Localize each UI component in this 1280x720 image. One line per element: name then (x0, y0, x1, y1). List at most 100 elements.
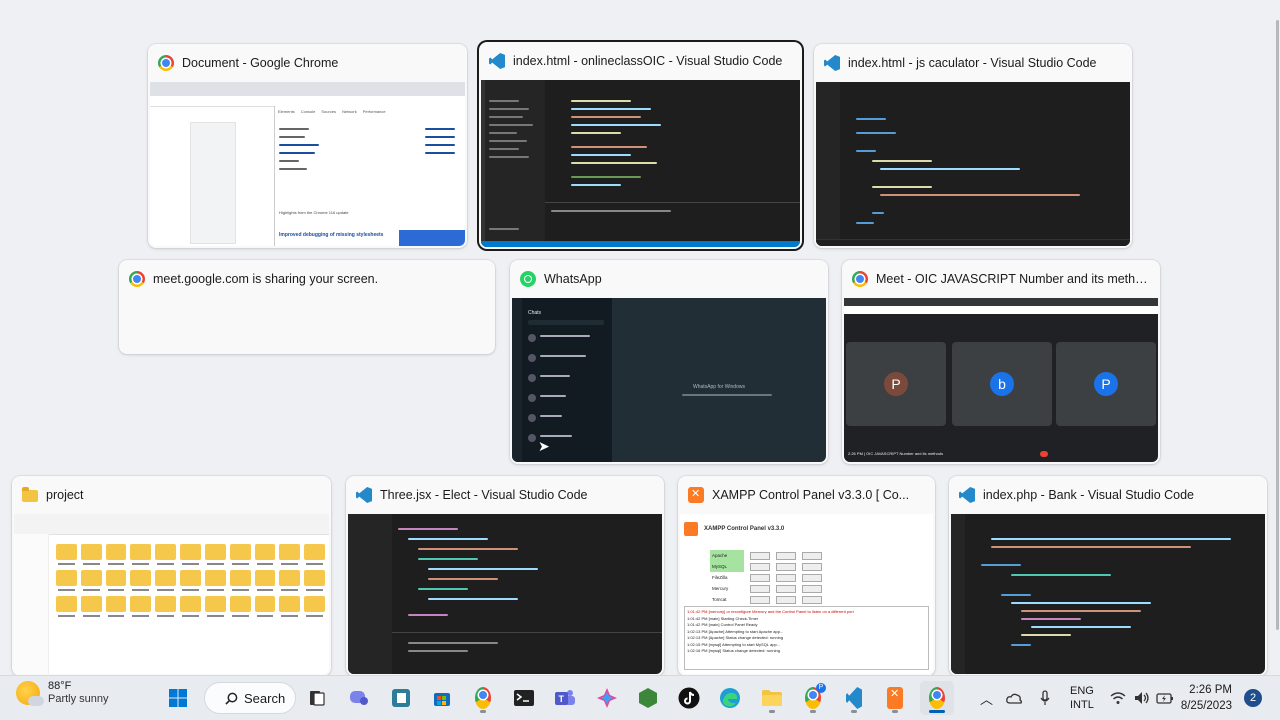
window-card-whatsapp[interactable]: WhatsApp Chats WhatsApp for Windows ➤ (510, 260, 828, 464)
window-title-bar: index.php - Bank - Visual Studio Code (949, 476, 1267, 514)
folder-thumbnail-icon (180, 570, 201, 591)
taskbar-app-1[interactable] (384, 681, 418, 715)
microphone-icon (1040, 690, 1050, 705)
xampp-module-button[interactable] (750, 562, 770, 571)
volume-icon (1135, 692, 1149, 704)
tiktok-icon (678, 687, 700, 709)
start-button[interactable] (161, 681, 195, 715)
xampp-module-name: Mercury (712, 586, 729, 591)
task-view-button[interactable] (300, 681, 334, 715)
xampp-module-name: MySQL (710, 561, 744, 572)
window-card-vscode-three[interactable]: Three.jsx - Elect - Visual Studio Code (346, 476, 664, 676)
window-title: Three.jsx - Elect - Visual Studio Code (380, 488, 588, 502)
teams-icon: T (555, 690, 575, 705)
xampp-module-row: Apache (710, 550, 822, 561)
taskbar-chrome[interactable] (466, 681, 500, 715)
xampp-icon (688, 487, 704, 503)
taskbar-edge[interactable] (713, 681, 747, 715)
window-title: index.html - onlineclassOIC - Visual Stu… (513, 54, 783, 68)
running-indicator (892, 710, 898, 713)
folder-thumbnail-icon (130, 596, 152, 617)
xampp-module-button[interactable] (802, 573, 822, 582)
window-card-vscode-jscalc[interactable]: index.html - js caculator - Visual Studi… (814, 44, 1132, 248)
window-title-bar: XAMPP Control Panel v3.3.0 [ Co... (678, 476, 935, 514)
window-card-vscode-onlineclass[interactable]: index.html - onlineclassOIC - Visual Stu… (479, 42, 802, 249)
taskbar-app-2[interactable] (590, 681, 624, 715)
folder-thumbnail-icon (105, 570, 127, 591)
weather-condition: Partly sunny (48, 693, 109, 705)
clock-date: 8/25/2023 (1180, 700, 1232, 712)
taskbar-tiktok[interactable] (672, 681, 706, 715)
chevron-up-icon[interactable]: ︿ (980, 689, 993, 708)
window-title: Meet - OIC JAVASCRIPT Number and its met… (876, 272, 1150, 286)
taskbar-search[interactable]: Search (204, 682, 296, 714)
window-title-bar: Three.jsx - Elect - Visual Studio Code (346, 476, 664, 514)
taskbar-file-explorer[interactable] (755, 681, 789, 715)
folder-thumbnail-icon (229, 596, 251, 617)
xampp-module-button[interactable] (750, 584, 770, 593)
window-title-bar: meet.google.com is sharing your screen. (119, 260, 495, 298)
folder-thumbnail-icon (304, 544, 325, 565)
window-card-chrome-document[interactable]: Document - Google Chrome Elements Consol… (148, 44, 467, 248)
folder-thumbnail-icon (279, 544, 301, 565)
devtools-tab: Network (342, 109, 357, 114)
taskbar-xampp[interactable] (878, 681, 912, 715)
window-title: index.html - js caculator - Visual Studi… (848, 56, 1097, 70)
folder-thumbnail-icon (304, 570, 325, 591)
taskbar-store[interactable] (425, 681, 459, 715)
xampp-module-button[interactable] (802, 584, 822, 593)
xampp-module-name: Tomcat (712, 597, 727, 602)
xampp-module-button[interactable] (750, 573, 770, 582)
window-card-explorer-project[interactable]: project (12, 476, 331, 676)
xampp-module-button[interactable] (776, 562, 796, 571)
notification-badge[interactable]: 2 (1244, 689, 1262, 707)
folder-thumbnail-icon (254, 596, 276, 617)
running-indicator (851, 710, 857, 713)
xampp-title: XAMPP Control Panel v3.3.0 (704, 526, 785, 532)
folder-thumbnail-icon (56, 596, 77, 617)
taskbar-chrome-active[interactable] (920, 681, 954, 715)
folder-thumbnail-icon (229, 544, 251, 565)
window-title: meet.google.com is sharing your screen. (153, 272, 379, 286)
clock[interactable]: 2:26 PM 8/25/2023 (1181, 682, 1232, 714)
taskbar-teams[interactable]: T (548, 681, 582, 715)
window-card-xampp[interactable]: XAMPP Control Panel v3.3.0 [ Co... XAMPP… (678, 476, 935, 676)
devtools-tab: Sources (321, 109, 337, 114)
window-title: Document - Google Chrome (182, 56, 339, 70)
weather-widget[interactable]: 88°F Partly sunny (16, 680, 109, 706)
xampp-module-button[interactable] (802, 551, 822, 560)
window-thumbnail: Chats WhatsApp for Windows ➤ (512, 298, 826, 462)
windows-logo-icon (169, 689, 187, 707)
scrollbar[interactable] (1274, 0, 1280, 676)
weather-sun-icon (16, 681, 44, 706)
scrollbar-thumb[interactable] (1276, 20, 1279, 630)
window-card-vscode-bank[interactable]: index.php - Bank - Visual Studio Code (949, 476, 1267, 676)
running-indicator (810, 710, 816, 713)
window-card-meet-oic[interactable]: Meet - OIC JAVASCRIPT Number and its met… (842, 260, 1160, 464)
xampp-module-button[interactable] (802, 595, 822, 604)
xampp-module-button[interactable] (750, 595, 770, 604)
window-thumbnail (348, 514, 662, 674)
xampp-module-button[interactable] (750, 551, 770, 560)
taskbar-terminal[interactable] (507, 681, 541, 715)
edge-icon (720, 688, 740, 708)
xampp-module-button[interactable] (776, 573, 796, 582)
language-indicator[interactable]: ENG INTL (1070, 684, 1094, 712)
language-code: ENG (1070, 685, 1094, 697)
keyboard-layout: INTL (1070, 699, 1094, 711)
taskbar-vscode[interactable] (837, 681, 871, 715)
folder-thumbnail-icon (204, 544, 226, 565)
taskbar-chat-app[interactable] (342, 681, 376, 715)
folder-thumbnail-icon (155, 596, 177, 617)
profile-badge: P (816, 683, 826, 693)
nodejs-icon (639, 688, 657, 708)
folder-icon (762, 690, 782, 706)
xampp-module-button[interactable] (776, 584, 796, 593)
window-title-bar: index.html - onlineclassOIC - Visual Stu… (479, 42, 802, 80)
taskbar-node[interactable] (631, 681, 665, 715)
xampp-module-button[interactable] (776, 595, 796, 604)
window-card-meet-sharing[interactable]: meet.google.com is sharing your screen. (119, 260, 495, 354)
taskbar-chrome-profile[interactable]: P (796, 681, 830, 715)
xampp-module-button[interactable] (776, 551, 796, 560)
xampp-module-button[interactable] (802, 562, 822, 571)
